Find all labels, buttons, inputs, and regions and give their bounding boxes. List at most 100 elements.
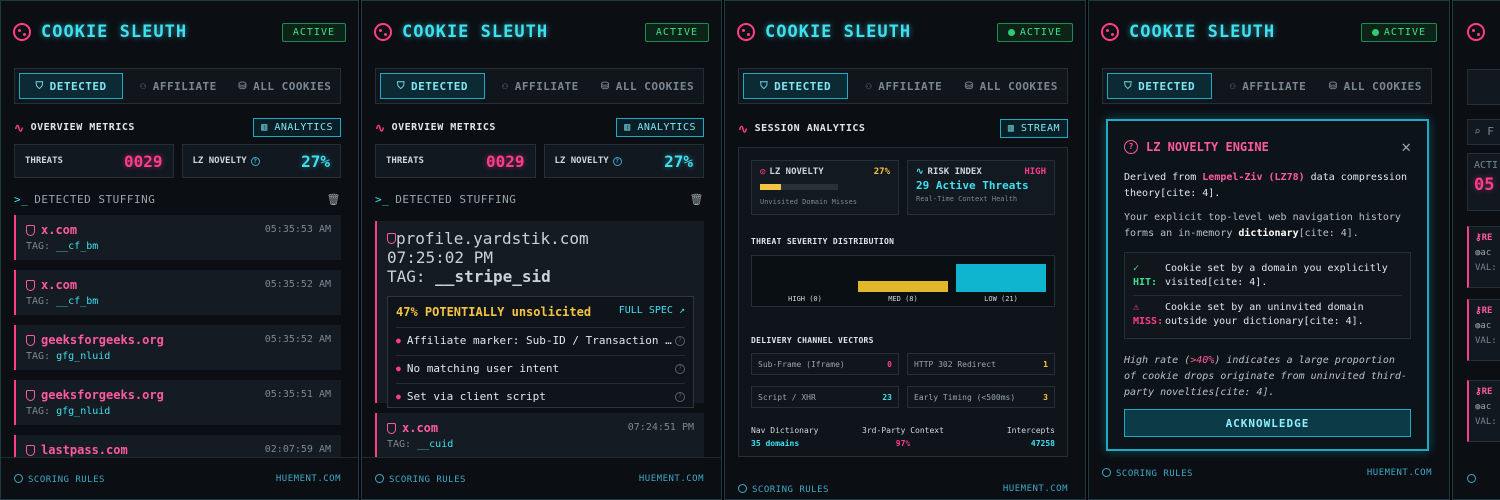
cookie-card[interactable]: x.com 05:35:53 AM TAG: __cf_bm (14, 215, 341, 260)
cookie-card[interactable]: x.com 05:35:52 AM TAG: __cf_bm (14, 270, 341, 315)
scoring-rules-link[interactable]: SCORING RULES (1102, 468, 1193, 479)
help-icon[interactable]: ? (675, 391, 685, 402)
severity-bar (956, 264, 1046, 292)
tab-all-cookies[interactable]: ⛁ ALL COOKIES (234, 73, 336, 99)
globe-icon (1102, 468, 1111, 477)
tab-all-cookies[interactable]: ⛁ ALL COOKIES (960, 73, 1063, 99)
footer-brand[interactable]: HUEMENT.COM (1367, 468, 1432, 479)
tab-all-cookies[interactable]: ⛁ ALL COOKIES (596, 73, 699, 99)
app-title: COOKIE SLEUTH (402, 22, 549, 42)
modal-paragraph: Derived from Lempel-Ziv (LZ78) data comp… (1124, 170, 1411, 202)
tab-bar: ⛉ DETECTED ⚇ AFFILIATE ⛁ ALL COOKIES (375, 68, 704, 104)
acknowledge-button[interactable]: ACKNOWLEDGE (1124, 409, 1411, 437)
card-label: LZ NOVELTY (769, 167, 824, 177)
tab-detected[interactable]: ⛉ DETECTED (19, 73, 124, 99)
list-item[interactable]: ⚷RE ◍ac VAL: (1467, 226, 1500, 288)
hit-key: ✓ HIT: (1133, 262, 1165, 290)
analytics-button[interactable]: ▥ ANALYTICS (616, 118, 704, 137)
highlight-text: Lempel-Ziv (LZ78) (1202, 172, 1305, 183)
tag-label: TAG: (26, 296, 51, 307)
scoring-rules-link[interactable]: SCORING RULES (375, 474, 466, 485)
tab-affiliate[interactable]: ⚇ AFFILIATE (489, 73, 592, 99)
chart-icon: ▥ (624, 122, 638, 133)
search-input[interactable]: ⌕ F (1467, 119, 1500, 145)
domain-text: geeksforgeeks.org (41, 388, 164, 402)
users-icon: ⚇ (502, 80, 509, 92)
vector-item: Sub-Frame (Iframe) 0 (751, 353, 899, 375)
app-title: COOKIE SLEUTH (41, 22, 188, 42)
tab-label: ALL COOKIES (253, 79, 332, 93)
footer-left-label: SCORING RULES (389, 475, 466, 485)
list-item[interactable]: ⚷RE ◍ac VAL: (1467, 299, 1500, 361)
full-spec-link[interactable]: FULL SPEC ↗ (619, 305, 685, 319)
cookie-card[interactable]: geeksforgeeks.org 05:35:52 AM TAG: gfg_nlu… (14, 325, 341, 370)
panel-session-analytics: COOKIE SLEUTH ACTIVE ⛉ DETECTED ⚇ AFFILIAT… (724, 0, 1086, 500)
tab-detected[interactable]: ⛉ DETECTED (380, 73, 485, 99)
list-item[interactable]: ⚷RE ◍ac VAL: (1467, 380, 1500, 442)
cookie-time: 05:35:51 AM (264, 389, 331, 400)
cookie-card[interactable]: lastpass.com02:07:59 AMTAG: (14, 435, 341, 457)
tab-label: AFFILIATE (152, 79, 217, 93)
section-title: OVERVIEW METRICS (391, 122, 496, 133)
section-title: OVERVIEW METRICS (30, 122, 135, 133)
bullet-icon: ● (396, 392, 401, 401)
scoring-rules-link[interactable]: SCORING RULES (738, 484, 829, 495)
help-icon[interactable]: ? (675, 335, 685, 346)
footer: SCORING RULES HUEMENT.COM (1102, 468, 1432, 479)
risk-card: ∿ RISK INDEX HIGH 29 Active Threats Real-T… (907, 160, 1055, 215)
app-header: COOKIE SLEUTH ACTIVE (737, 19, 1073, 45)
cookie-card[interactable]: x.com 07:24:51 PM TAG: __cuid (375, 413, 704, 457)
globe-icon (375, 474, 384, 483)
item-title-text: RE (1481, 233, 1493, 243)
cookie-icon (374, 23, 392, 41)
analytics-button[interactable]: ▥ ANALYTICS (253, 118, 341, 137)
help-icon[interactable]: ? (250, 156, 260, 166)
panel-cropped: ⌕ F ACTI 05 ⚷RE ◍ac VAL: ⚷RE ◍ac VAL: ⚷RE ◍ac V… (1452, 0, 1500, 500)
tag-label: TAG: (387, 267, 426, 286)
trash-icon[interactable]: 🗑 (327, 193, 341, 206)
expanded-cookie-card[interactable]: profile.yardstik.com 07:25:02 PM TAG: __… (375, 221, 704, 408)
tab-label: AFFILIATE (878, 79, 943, 93)
reason-item: ● Set via client script? (396, 383, 685, 403)
panel-expanded-detail: COOKIE SLEUTH ACTIVE ⛉ DETECTED ⚇ AFFILIAT… (361, 0, 722, 500)
footer-brand[interactable]: HUEMENT.COM (1003, 484, 1068, 495)
help-icon[interactable]: ? (612, 156, 622, 166)
scoring-rules-link[interactable]: SCORING RULES (14, 474, 105, 485)
vectors-title: DELIVERY CHANNEL VECTORS (751, 336, 874, 345)
shield-icon: ⛉ (1124, 80, 1133, 92)
footer-left-label: SCORING RULES (28, 475, 105, 485)
spec-headline: 47% POTENTIALLY unsolicited (396, 305, 592, 319)
novelty-progress (760, 184, 838, 190)
modal-paragraph: Your explicit top-level web navigation h… (1124, 210, 1411, 242)
tab-all-cookies[interactable]: ⛁ ALL COOKIES (1324, 73, 1427, 99)
hit-row: ✓ HIT: Cookie set by a domain you explicit… (1133, 257, 1402, 295)
stream-button[interactable]: ▥ STREAM (999, 119, 1068, 138)
tab-label: DETECTED (49, 79, 107, 93)
cookie-card[interactable]: geeksforgeeks.org 05:35:51 AM TAG: gfg_nlu… (14, 380, 341, 425)
trash-icon[interactable]: 🗑 (690, 193, 704, 206)
tab-label: ALL COOKIES (979, 79, 1058, 93)
footer-brand[interactable]: HUEMENT.COM (639, 474, 704, 485)
database-icon: ⛁ (964, 80, 974, 92)
help-icon[interactable]: ? (675, 363, 685, 374)
tab-detected[interactable]: ⛉ DETECTED (743, 73, 849, 99)
item-value: VAL: (1475, 336, 1497, 346)
vector-value: 0 (887, 359, 892, 369)
tab-affiliate[interactable]: ⚇ AFFILIATE (852, 73, 955, 99)
shield-icon (387, 422, 396, 434)
novelty-card: ◎ LZ NOVELTY 27% Unvisited Domain Misses (751, 160, 899, 215)
terminal-icon: >_ (375, 193, 390, 206)
cookie-time: 05:35:52 AM (264, 279, 331, 290)
close-icon[interactable]: ✕ (1401, 137, 1411, 156)
tab-bar: ⛉ DETECTED ⚇ AFFILIATE ⛁ ALL COOKIES (738, 68, 1068, 104)
tag-value: __cf_bm (56, 241, 99, 252)
item-domain: ◍ac (1475, 321, 1500, 331)
tab-affiliate[interactable]: ⚇ AFFILIATE (1216, 73, 1319, 99)
tab-affiliate[interactable]: ⚇ AFFILIATE (127, 73, 229, 99)
domain-text: geeksforgeeks.org (41, 333, 164, 347)
metric-value: 27% (664, 151, 693, 171)
cookie-time: 05:35:53 AM (264, 224, 331, 235)
footer-brand[interactable]: HUEMENT.COM (276, 474, 341, 485)
tab-detected[interactable]: ⛉ DETECTED (1107, 73, 1213, 99)
metric-label: LZ NOVELTY (554, 156, 609, 166)
